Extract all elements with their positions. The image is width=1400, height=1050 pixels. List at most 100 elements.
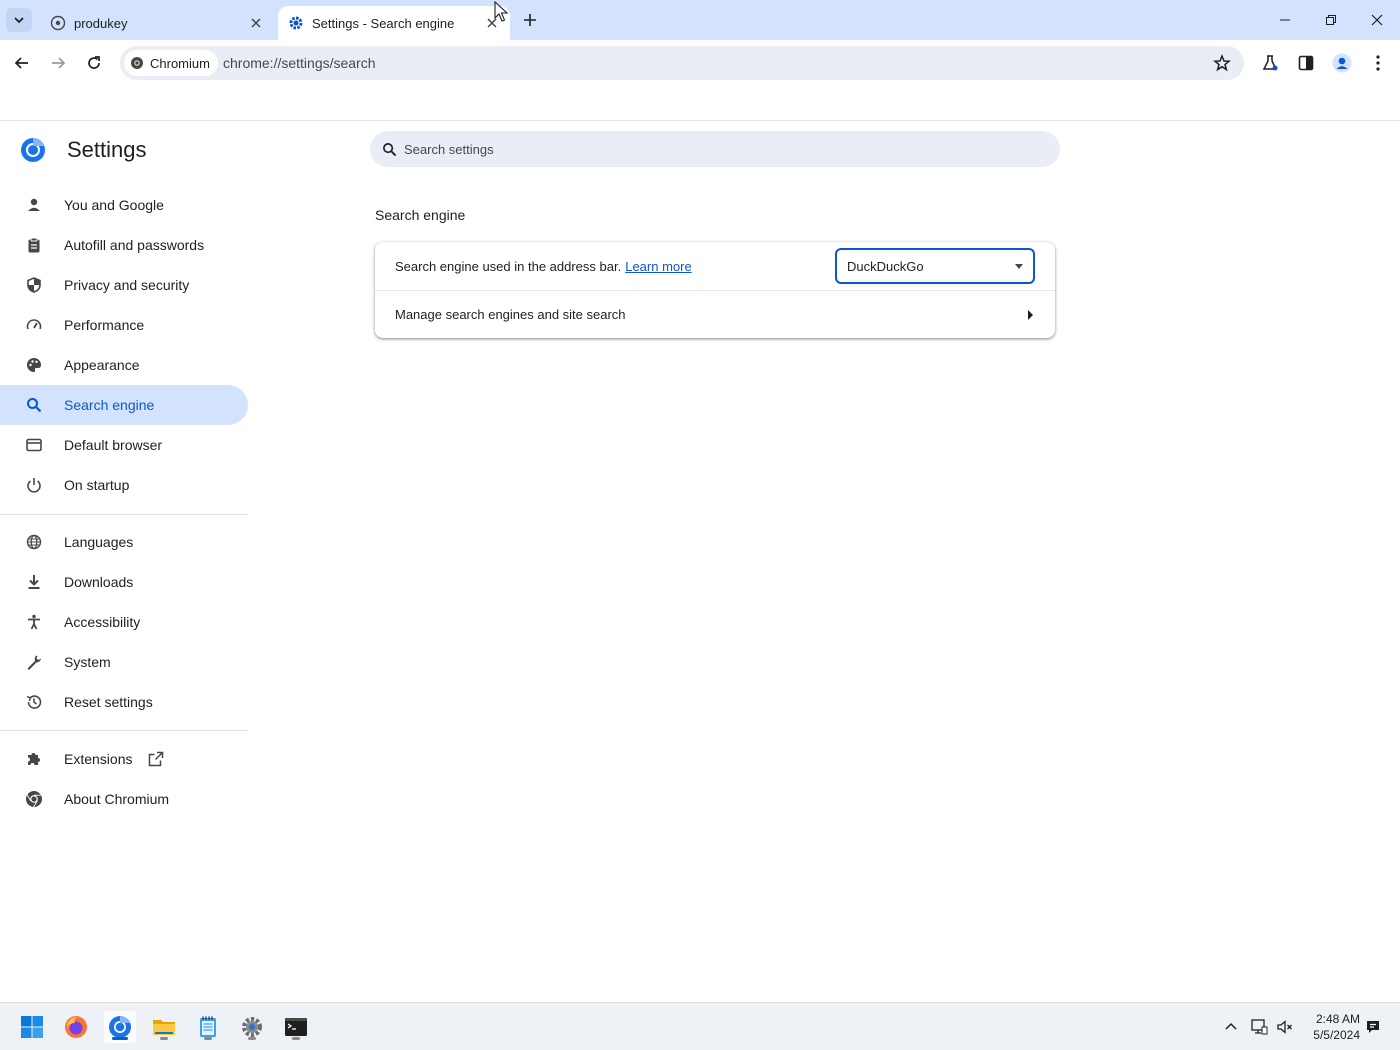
sidebar-divider [0,514,248,515]
forward-button[interactable] [42,47,74,79]
manage-search-engines-row[interactable]: Manage search engines and site search [375,290,1055,338]
search-engine-row: Search engine used in the address bar. Le… [375,242,1055,290]
url-text[interactable]: chrome://settings/search [223,46,376,80]
bookmark-star-icon[interactable] [1212,53,1232,73]
new-tab-button[interactable] [518,8,542,32]
sidebar-item-on-startup[interactable]: On startup [0,465,248,505]
windows-logo-icon [21,1016,43,1038]
minimize-icon [1280,19,1290,21]
sidebar-item-extensions[interactable]: Extensions [0,739,248,779]
restore-button[interactable] [1308,0,1354,40]
sidebar-item-label: Reset settings [64,694,153,710]
close-icon [1371,14,1383,26]
puzzle-icon [24,749,44,769]
globe-icon [24,532,44,552]
system-clock[interactable]: 2:48 AM 5/5/2024 [1302,1011,1360,1043]
tab-settings-search-engine[interactable]: Settings - Search engine [278,6,510,40]
taskbar-chromium[interactable] [104,1011,136,1043]
power-icon [24,475,44,495]
chevron-up-icon[interactable] [1221,1017,1241,1037]
tab-title: Settings - Search engine [312,15,455,31]
clock-time: 2:48 AM [1315,1012,1360,1026]
taskbar-file-explorer[interactable] [148,1011,180,1043]
chromium-logo-icon [20,137,46,163]
arrow-left-icon [14,57,28,69]
site-chip-label: Chromium [150,55,210,71]
plus-icon [524,14,536,26]
taskbar-notepad[interactable] [192,1011,224,1043]
palette-icon [24,355,44,375]
sidebar-item-label: Default browser [64,437,163,453]
reload-icon [88,56,100,69]
search-placeholder: Search settings [404,141,494,157]
tab-strip: produkey Settings - Search engine [0,0,1400,40]
person-icon [24,195,44,215]
labs-flask-icon[interactable] [1258,51,1282,75]
mouse-cursor-icon [494,1,509,22]
reload-button[interactable] [78,47,110,79]
select-value: DuckDuckGo [847,258,924,274]
notepad-icon [200,1016,216,1037]
network-icon[interactable] [1249,1017,1269,1037]
sidebar-item-about-chromium[interactable]: About Chromium [0,779,248,819]
sidebar-item-reset-settings[interactable]: Reset settings [0,682,248,722]
terminal-icon [285,1018,307,1036]
arrow-right-icon [1028,310,1033,320]
sidebar-item-appearance[interactable]: Appearance [0,345,248,385]
sidebar-item-privacy[interactable]: Privacy and security [0,265,248,305]
sidebar-item-autofill[interactable]: Autofill and passwords [0,225,248,265]
taskbar-settings[interactable] [236,1011,268,1043]
sidebar-item-system[interactable]: System [0,642,248,682]
tab-search-button[interactable] [6,8,32,32]
sidebar-item-label: Performance [64,317,145,333]
address-bar[interactable]: Chromium chrome://settings/search [120,46,1244,80]
clipboard-icon [24,235,44,255]
running-indicator [248,1037,256,1040]
more-menu-icon[interactable] [1366,51,1390,75]
sidebar-item-you-and-google[interactable]: You and Google [0,185,248,225]
learn-more-link[interactable]: Learn more [625,259,691,274]
search-settings-input[interactable]: Search settings [370,131,1060,167]
side-panel-icon[interactable] [1294,51,1318,75]
sidebar-item-languages[interactable]: Languages [0,522,248,562]
settings-header [0,86,1400,121]
sidebar-item-label: Downloads [64,574,134,590]
close-window-button[interactable] [1354,0,1400,40]
sidebar-item-label: Privacy and security [64,277,190,293]
chromium-icon [24,789,44,809]
sidebar-item-label: System [64,654,111,670]
volume-muted-icon[interactable] [1275,1017,1295,1037]
speedometer-icon [24,315,44,335]
close-icon[interactable] [246,13,266,33]
minimize-button[interactable] [1262,0,1308,40]
sidebar-item-label: On startup [64,477,130,493]
row-label-text: Search engine used in the address bar. [395,258,622,274]
firefox-icon [65,1016,87,1038]
browser-window-icon [24,435,44,455]
sidebar-item-label: Autofill and passwords [64,237,205,253]
sidebar-item-downloads[interactable]: Downloads [0,562,248,602]
arrow-right-icon [52,57,66,69]
windows-taskbar: 2:48 AM 5/5/2024 [0,1002,1400,1050]
sidebar-item-default-browser[interactable]: Default browser [0,425,248,465]
gear-icon [288,15,304,31]
sidebar-item-label: Accessibility [64,614,141,630]
open-in-new-icon [148,751,164,767]
settings-sidebar: Settings You and Google Autofill and pas… [0,121,260,1001]
chromium-icon [109,1016,131,1038]
tab-produkey[interactable]: produkey [40,6,274,40]
back-button[interactable] [6,47,38,79]
taskbar-firefox[interactable] [60,1011,92,1043]
download-icon [24,572,44,592]
page-title: Settings [67,137,147,162]
sidebar-item-performance[interactable]: Performance [0,305,248,345]
notification-icon[interactable] [1363,1017,1383,1037]
search-engine-select[interactable]: DuckDuckGo [835,248,1035,284]
taskbar-terminal[interactable] [280,1011,312,1043]
sidebar-item-accessibility[interactable]: Accessibility [0,602,248,642]
windows-start-button[interactable] [16,1011,48,1043]
sidebar-item-label: About Chromium [64,791,170,807]
site-info-chip[interactable]: Chromium [124,50,218,76]
profile-avatar-icon[interactable] [1330,51,1354,75]
sidebar-item-search-engine[interactable]: Search engine [0,385,248,425]
